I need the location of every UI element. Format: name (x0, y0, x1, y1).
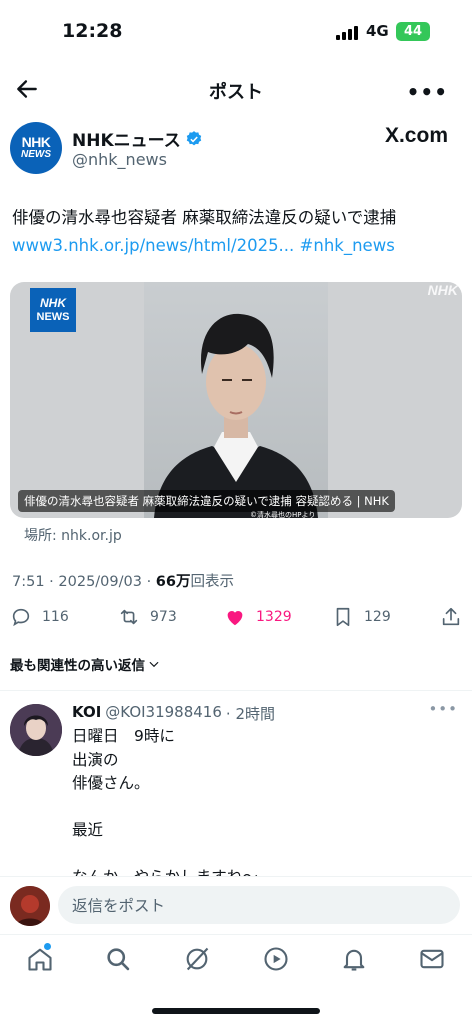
share-button[interactable] (440, 606, 462, 628)
nhk-watermark: NHK (427, 282, 458, 298)
view-count: 66万 (155, 574, 191, 590)
avatar-text-nhk: NHK (21, 133, 51, 150)
more-options-icon[interactable]: ••• (407, 80, 448, 104)
reply-author-name[interactable]: KOI (72, 703, 101, 724)
status-time: 12:28 (62, 20, 123, 42)
reply-composer: 返信をポスト (0, 876, 472, 934)
timestamp: 7:51 · 2025/09/03 · (12, 574, 156, 590)
action-bar: 116 973 1329 129 (0, 600, 472, 636)
video-icon (264, 947, 288, 971)
bookmark-count: 129 (364, 609, 391, 625)
like-button[interactable]: 1329 (224, 606, 292, 628)
page-title: ポスト (209, 82, 263, 103)
reply-avatar-image (10, 704, 62, 756)
nhk-logo-line1: NHK (40, 296, 66, 310)
tab-search[interactable] (104, 945, 132, 973)
tab-home[interactable] (26, 943, 54, 973)
author-avatar[interactable]: NHK NEWS (10, 122, 62, 174)
reply-count: 116 (42, 609, 69, 625)
tweet-link[interactable]: www3.nhk.or.jp/news/html/2025... (12, 236, 294, 255)
reply-author-handle[interactable]: @KOI31988416 (105, 703, 222, 724)
tab-notifications[interactable] (340, 945, 368, 973)
person-photo (154, 313, 318, 518)
reply-header: KOI @KOI31988416 · 2時間 (72, 703, 275, 724)
repost-count: 973 (150, 609, 177, 625)
reply-icon (12, 608, 30, 627)
battery-level: 44 (403, 24, 423, 39)
notifications-icon (343, 949, 365, 971)
tweet-hashtag[interactable]: #nhk_news (300, 236, 395, 255)
status-bar: 12:28 4G 44 (0, 0, 472, 62)
reply-sort-dropdown[interactable]: 最も関連性の高い返信 (10, 654, 161, 674)
nhk-logo-line2: NEWS (36, 311, 70, 323)
home-indicator (152, 1008, 320, 1014)
xcom-badge: X.com (384, 124, 448, 147)
tab-messages[interactable] (418, 945, 446, 973)
reply-avatar[interactable] (10, 704, 62, 756)
notification-dot (44, 943, 51, 950)
repost-icon (120, 609, 138, 625)
avatar-text-news: NEWS (21, 148, 51, 160)
divider (0, 690, 472, 691)
author-handle[interactable]: @nhk_news (72, 150, 167, 169)
my-avatar-image (10, 886, 50, 926)
home-icon (28, 948, 52, 971)
card-caption: 俳優の清水尋也容疑者 麻薬取締法違反の疑いで逮捕 容疑認める | NHK (18, 490, 395, 512)
messages-icon (420, 949, 444, 969)
battery-icon: 44 (396, 22, 430, 41)
card-source: 場所: nhk.or.jp (24, 528, 122, 544)
reply-input[interactable]: 返信をポスト (58, 886, 460, 924)
share-icon (442, 607, 460, 626)
tweet-text: 俳優の清水尋也容疑者 麻薬取締法違反の疑いで逮捕 www3.nhk.or.jp/… (12, 204, 462, 260)
verified-badge-icon (186, 130, 201, 145)
nhk-logo: NHK NEWS (30, 288, 76, 332)
network-label: 4G (366, 22, 389, 40)
photo-credit: ©清水尋也のHPより (250, 511, 316, 518)
reply-button[interactable]: 116 (10, 606, 69, 628)
bookmark-icon (336, 607, 350, 627)
reply-sort-label: 最も関連性の高い返信 (10, 658, 145, 674)
reply-time: · 2時間 (225, 705, 275, 723)
tweet-text-body: 俳優の清水尋也容疑者 麻薬取締法違反の疑いで逮捕 (12, 208, 397, 227)
chevron-down-icon (149, 661, 159, 668)
reply-more-icon[interactable]: ••• (428, 700, 458, 718)
reply-text: 日曜日 9時に 出演の 俳優さん。 最近 なんか、やらかしますね〜 (72, 727, 258, 886)
repost-button[interactable]: 973 (118, 606, 177, 628)
author-name-text: NHKニュース (72, 131, 181, 151)
top-header: ポスト ••• (0, 62, 472, 116)
heart-icon (227, 611, 243, 626)
view-suffix: 回表示 (190, 574, 234, 590)
like-count: 1329 (256, 609, 292, 625)
search-icon (107, 948, 130, 971)
grok-icon (186, 947, 209, 971)
tab-grok[interactable] (183, 945, 211, 973)
link-card[interactable]: NHK NEWS NHK 俳優の清水尋也容疑者 麻薬取締法違反の疑いで逮捕 容疑… (10, 282, 462, 518)
signal-icon (336, 26, 358, 40)
author-name[interactable]: NHKニュース (72, 126, 203, 151)
my-avatar (10, 886, 50, 926)
tweet-meta: 7:51 · 2025/09/03 · 66万回表示 (12, 570, 234, 591)
bookmark-button[interactable]: 129 (332, 606, 391, 628)
tab-video[interactable] (262, 945, 290, 973)
